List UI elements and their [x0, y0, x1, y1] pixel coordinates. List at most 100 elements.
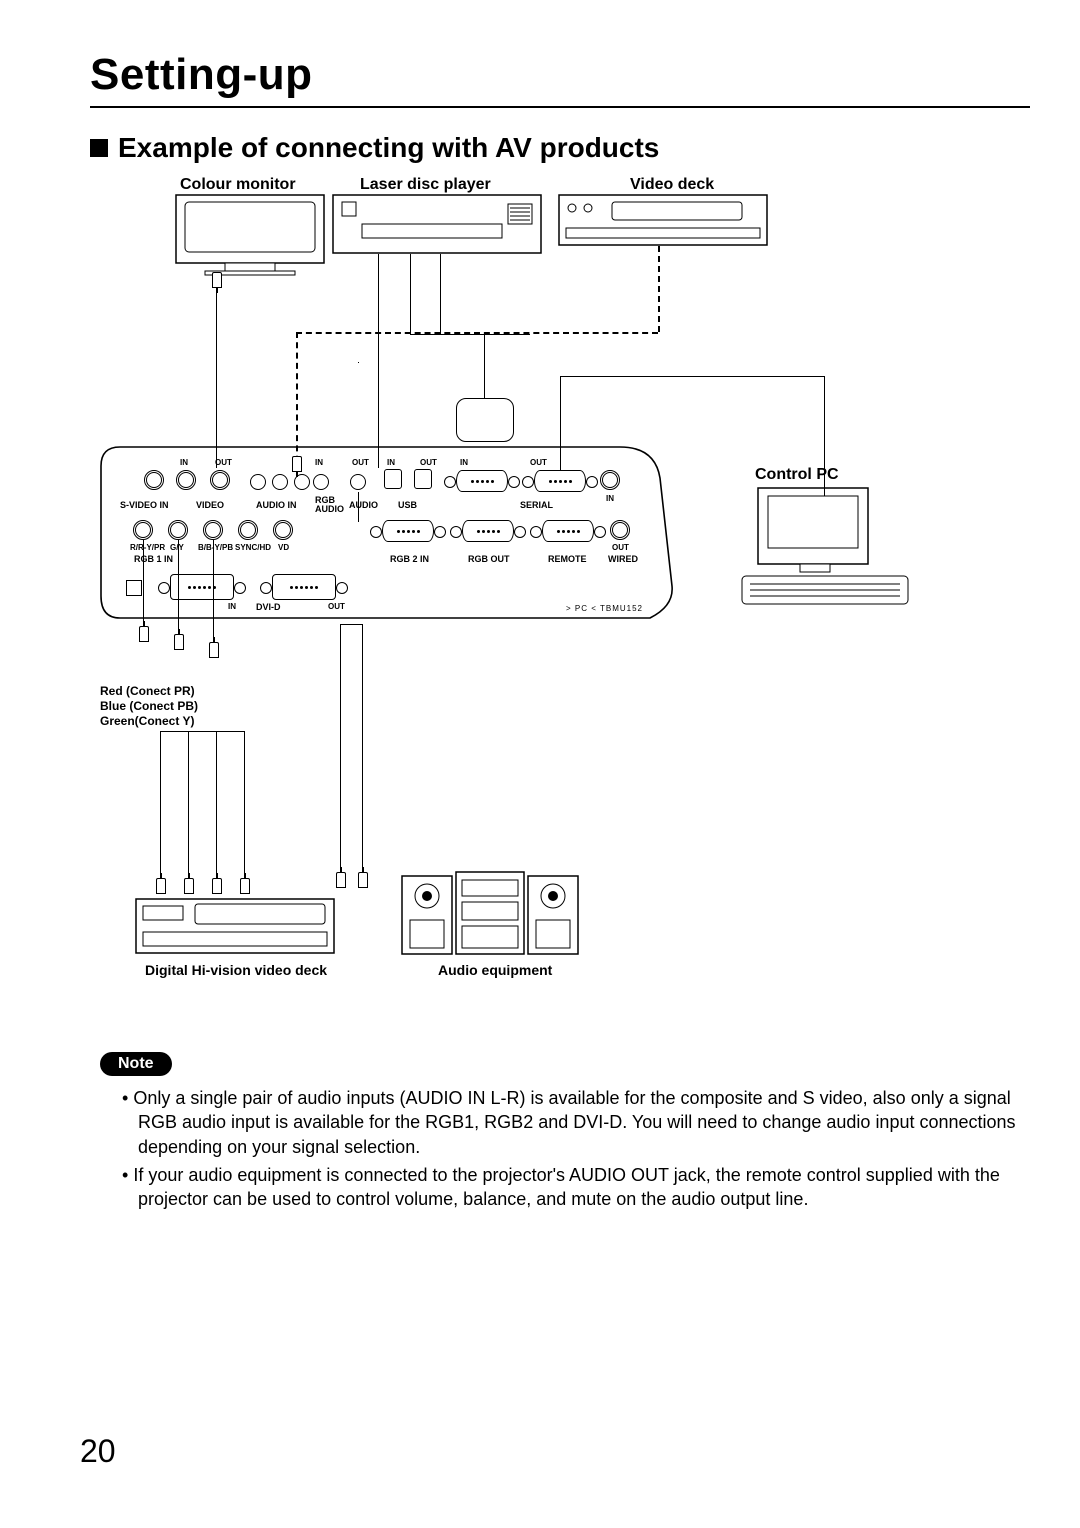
label-digital-hivision: Digital Hi-vision video deck: [145, 962, 327, 978]
audio-in-jack: [313, 474, 329, 490]
screw-icon3: [522, 476, 534, 488]
usb-out-label: OUT: [420, 458, 437, 467]
label-audio-in: AUDIO IN: [256, 500, 297, 510]
rgb1-b-label: B/B-Y/PB: [198, 543, 233, 552]
colour-monitor-icon: [175, 194, 325, 276]
junction-box-icon: [456, 398, 514, 442]
label-serial: SERIAL: [520, 500, 553, 510]
rgb1-vd-label: VD: [278, 543, 289, 552]
note-text: Only a single pair of audio inputs (AUDI…: [133, 1088, 1015, 1157]
rgb1-sync-label: SYNC/HD: [235, 543, 271, 552]
video-jack1: [250, 474, 266, 490]
wire: [216, 276, 217, 468]
usb-in-label: IN: [387, 458, 395, 467]
label-rgb2-in: RGB 2 IN: [390, 554, 429, 564]
serial-in-port: [456, 470, 508, 492]
section-heading: Example of connecting with AV products: [90, 132, 1030, 164]
cable-plug-icon: [240, 878, 250, 894]
cable-plug-icon: [139, 626, 149, 642]
svideo-in-jack: [146, 472, 162, 488]
label-control-pc: Control PC: [755, 466, 839, 484]
cable-plug-icon: [174, 634, 184, 650]
wire: [160, 731, 244, 732]
screw-icon2: [508, 476, 520, 488]
screw: [450, 526, 462, 538]
wire: [244, 731, 245, 891]
serial-in-label: IN: [460, 458, 468, 467]
label-rgb1-in: RGB 1 IN: [134, 554, 173, 564]
cable-plug-icon: [358, 872, 368, 888]
usb-in-port: [384, 469, 402, 489]
rgb1-g-jack: [170, 522, 186, 538]
video-deck-icon: [558, 194, 768, 246]
label-audio-equipment: Audio equipment: [438, 962, 552, 978]
wire: [440, 254, 441, 334]
port-audio-in: IN: [315, 458, 323, 467]
wire: [188, 731, 189, 891]
wired-jack: [612, 522, 628, 538]
cable-plug-icon: [212, 878, 222, 894]
wire: [824, 376, 825, 496]
note-item: • If your audio equipment is connected t…: [138, 1163, 1030, 1212]
dvid-in-label: IN: [228, 602, 236, 611]
control-pc-icon: [740, 486, 910, 606]
note-pill: Note: [100, 1052, 172, 1076]
screw: [234, 582, 246, 594]
rgb1-b-jack: [205, 522, 221, 538]
digital-hivision-deck-icon: [135, 898, 335, 954]
rgb1-sync-jack: [240, 522, 256, 538]
wire: [143, 540, 144, 632]
in-right-label: IN: [606, 494, 614, 503]
in-jack-right: [602, 472, 618, 488]
label-video-deck: Video deck: [630, 176, 714, 194]
label-out-small: OUT: [612, 543, 629, 552]
note-item: • Only a single pair of audio inputs (AU…: [138, 1086, 1030, 1159]
panel-footer-text: > PC < TBMU152: [566, 604, 643, 613]
wire-dashed: [296, 332, 298, 472]
cable-plug-icon: [156, 878, 166, 894]
notes-list: • Only a single pair of audio inputs (AU…: [90, 1086, 1030, 1211]
label-svideo-in: S-VIDEO IN: [120, 500, 169, 510]
wire: [340, 624, 341, 882]
wire: [178, 540, 179, 640]
rgb1-g-label: G/Y: [170, 543, 184, 552]
label-audio: AUDIO: [349, 500, 378, 510]
label-wired: WIRED: [608, 554, 638, 564]
serial-out-port: [534, 470, 586, 492]
wire: [213, 540, 214, 648]
svideo-in-jack2: [178, 472, 194, 488]
screw: [594, 526, 606, 538]
audio-out-jack: [350, 474, 366, 490]
screw: [434, 526, 446, 538]
audio-equipment-icon: [400, 870, 580, 958]
rgb2-in-port: [382, 520, 434, 542]
video-jack2: [272, 474, 288, 490]
laser-disc-icon: [332, 194, 542, 254]
label-colour-monitor: Colour monitor: [180, 176, 296, 194]
label-laser-disc: Laser disc player: [360, 176, 491, 194]
connection-diagram: Colour monitor Laser disc player Video d…: [100, 176, 1040, 1046]
screw: [336, 582, 348, 594]
rgb-out-port: [462, 520, 514, 542]
cable-plug-icon: [209, 642, 219, 658]
rgb1-vd-jack: [275, 522, 291, 538]
wire: [362, 624, 363, 882]
cable-plug-icon: [184, 878, 194, 894]
screw: [370, 526, 382, 538]
cable-plug-icon: [336, 872, 346, 888]
rgb-blue-label: Blue (Conect PB): [100, 699, 198, 713]
bullet-square-icon: [90, 139, 108, 157]
wire: [410, 334, 530, 335]
dvid-out-label: OUT: [328, 602, 345, 611]
screw: [260, 582, 272, 594]
wire: [378, 254, 379, 468]
rgb1-r-jack: [135, 522, 151, 538]
cable-plug-icon: [292, 456, 302, 472]
wire: [358, 492, 359, 522]
wire-dashed: [658, 246, 660, 332]
page-number: 20: [80, 1433, 116, 1470]
section-heading-text: Example of connecting with AV products: [118, 132, 659, 164]
cable-plug-icon: [212, 272, 222, 288]
label-rgb-out: RGB OUT: [468, 554, 510, 564]
port-audio-out: OUT: [352, 458, 369, 467]
